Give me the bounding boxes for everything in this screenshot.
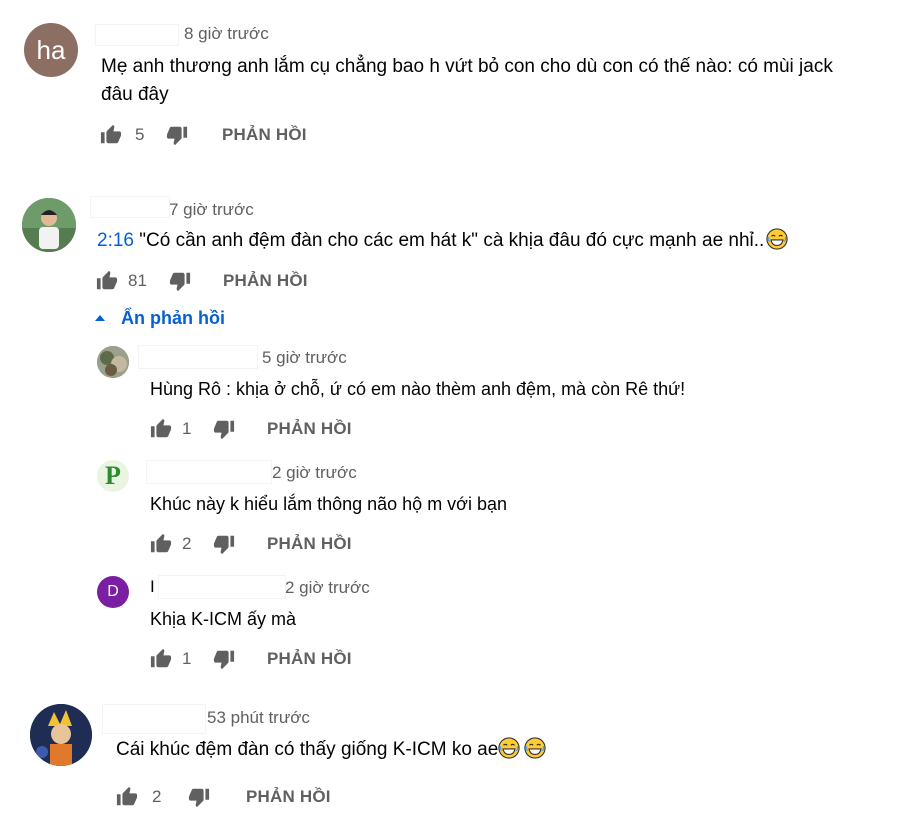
like-icon[interactable] [100,124,122,146]
avatar-letter: D [107,583,119,600]
timestamp-link[interactable]: 2:16 [97,230,134,251]
comment-time[interactable]: 5 giờ trước [262,348,347,368]
dislike-icon[interactable] [213,418,235,440]
avatar[interactable] [30,704,92,766]
laugh-emoji-icon [766,228,788,250]
hide-replies-toggle[interactable]: Ẩn phản hồi [95,308,225,329]
like-icon[interactable] [150,418,172,440]
comment-text-continued: đâu đây [101,84,169,105]
like-icon[interactable] [150,533,172,555]
comment-actions: 5 PHẢN HỒI [100,122,360,150]
comment-time[interactable]: 7 giờ trước [169,200,254,220]
avatar[interactable]: D [97,576,129,608]
like-count: 2 [152,787,162,806]
dislike-icon[interactable] [213,533,235,555]
avatar-photo [97,346,129,378]
author-name[interactable] [90,196,170,218]
comment-actions: 2 PHẢN HỒI [116,784,376,812]
comment-actions: 1 PHẢN HỒI [150,416,370,444]
avatar[interactable]: ha [24,23,78,77]
like-icon[interactable] [150,648,172,670]
like-icon[interactable] [96,270,118,292]
comment-time[interactable]: 2 giờ trước [285,578,370,598]
laugh-emoji-icon [498,737,520,759]
reply-button[interactable]: PHẢN HỒI [246,787,331,807]
comment-actions: 1 PHẢN HỒI [150,646,370,674]
avatar[interactable] [22,198,76,252]
like-count: 1 [182,419,192,438]
dislike-icon[interactable] [169,270,191,292]
avatar-letter: P [105,461,121,490]
reply-button[interactable]: PHẢN HỒI [222,125,307,145]
avatar-initials: ha [36,34,66,65]
author-name[interactable] [146,460,272,484]
author-name[interactable] [95,24,179,46]
dislike-icon[interactable] [213,648,235,670]
comment-text: 2:16 "Có cần anh đệm đàn cho các em hát … [97,227,788,255]
like-count: 2 [182,534,192,553]
dislike-icon[interactable] [166,124,188,146]
like-icon[interactable] [116,786,138,808]
reply-button[interactable]: PHẢN HỒI [267,534,352,554]
like-count: 5 [135,125,145,144]
like-count: 81 [128,271,147,290]
comment-time[interactable]: 53 phút trước [207,708,310,728]
avatar[interactable] [97,346,129,378]
author-name[interactable] [138,345,258,369]
reply-button[interactable]: PHẢN HỒI [267,419,352,439]
author-name-initial[interactable]: I [150,577,155,597]
avatar-photo [30,704,92,766]
comment-text: Khúc này k hiểu lắm thông não hộ m với b… [150,494,508,514]
comment-actions: 2 PHẢN HỒI [150,531,370,559]
comment-text: Khịa K-ICM ấy mà [150,609,297,629]
comment-time[interactable]: 8 giờ trước [184,24,269,44]
caret-up-icon [95,315,105,321]
author-name[interactable] [102,704,206,734]
reply-button[interactable]: PHẢN HỒI [267,649,352,669]
avatar-photo [22,198,76,252]
reply-button[interactable]: PHẢN HỒI [223,271,308,291]
avatar[interactable]: P [97,460,129,492]
comment-text: Hùng Rô : khịa ở chỗ, ứ có em nào thèm a… [150,379,686,399]
comment-actions: 81 PHẢN HỒI [96,268,356,296]
comment-time[interactable]: 2 giờ trước [272,463,357,483]
author-name[interactable] [158,575,286,599]
laugh-emoji-icon [524,737,546,759]
comment-text: Mẹ anh thương anh lắm cụ chẳng bao h vứt… [101,56,833,77]
comment-text: Cái khúc đệm đàn có thấy giống K-ICM ko … [116,736,546,764]
like-count: 1 [182,649,192,668]
dislike-icon[interactable] [188,786,210,808]
